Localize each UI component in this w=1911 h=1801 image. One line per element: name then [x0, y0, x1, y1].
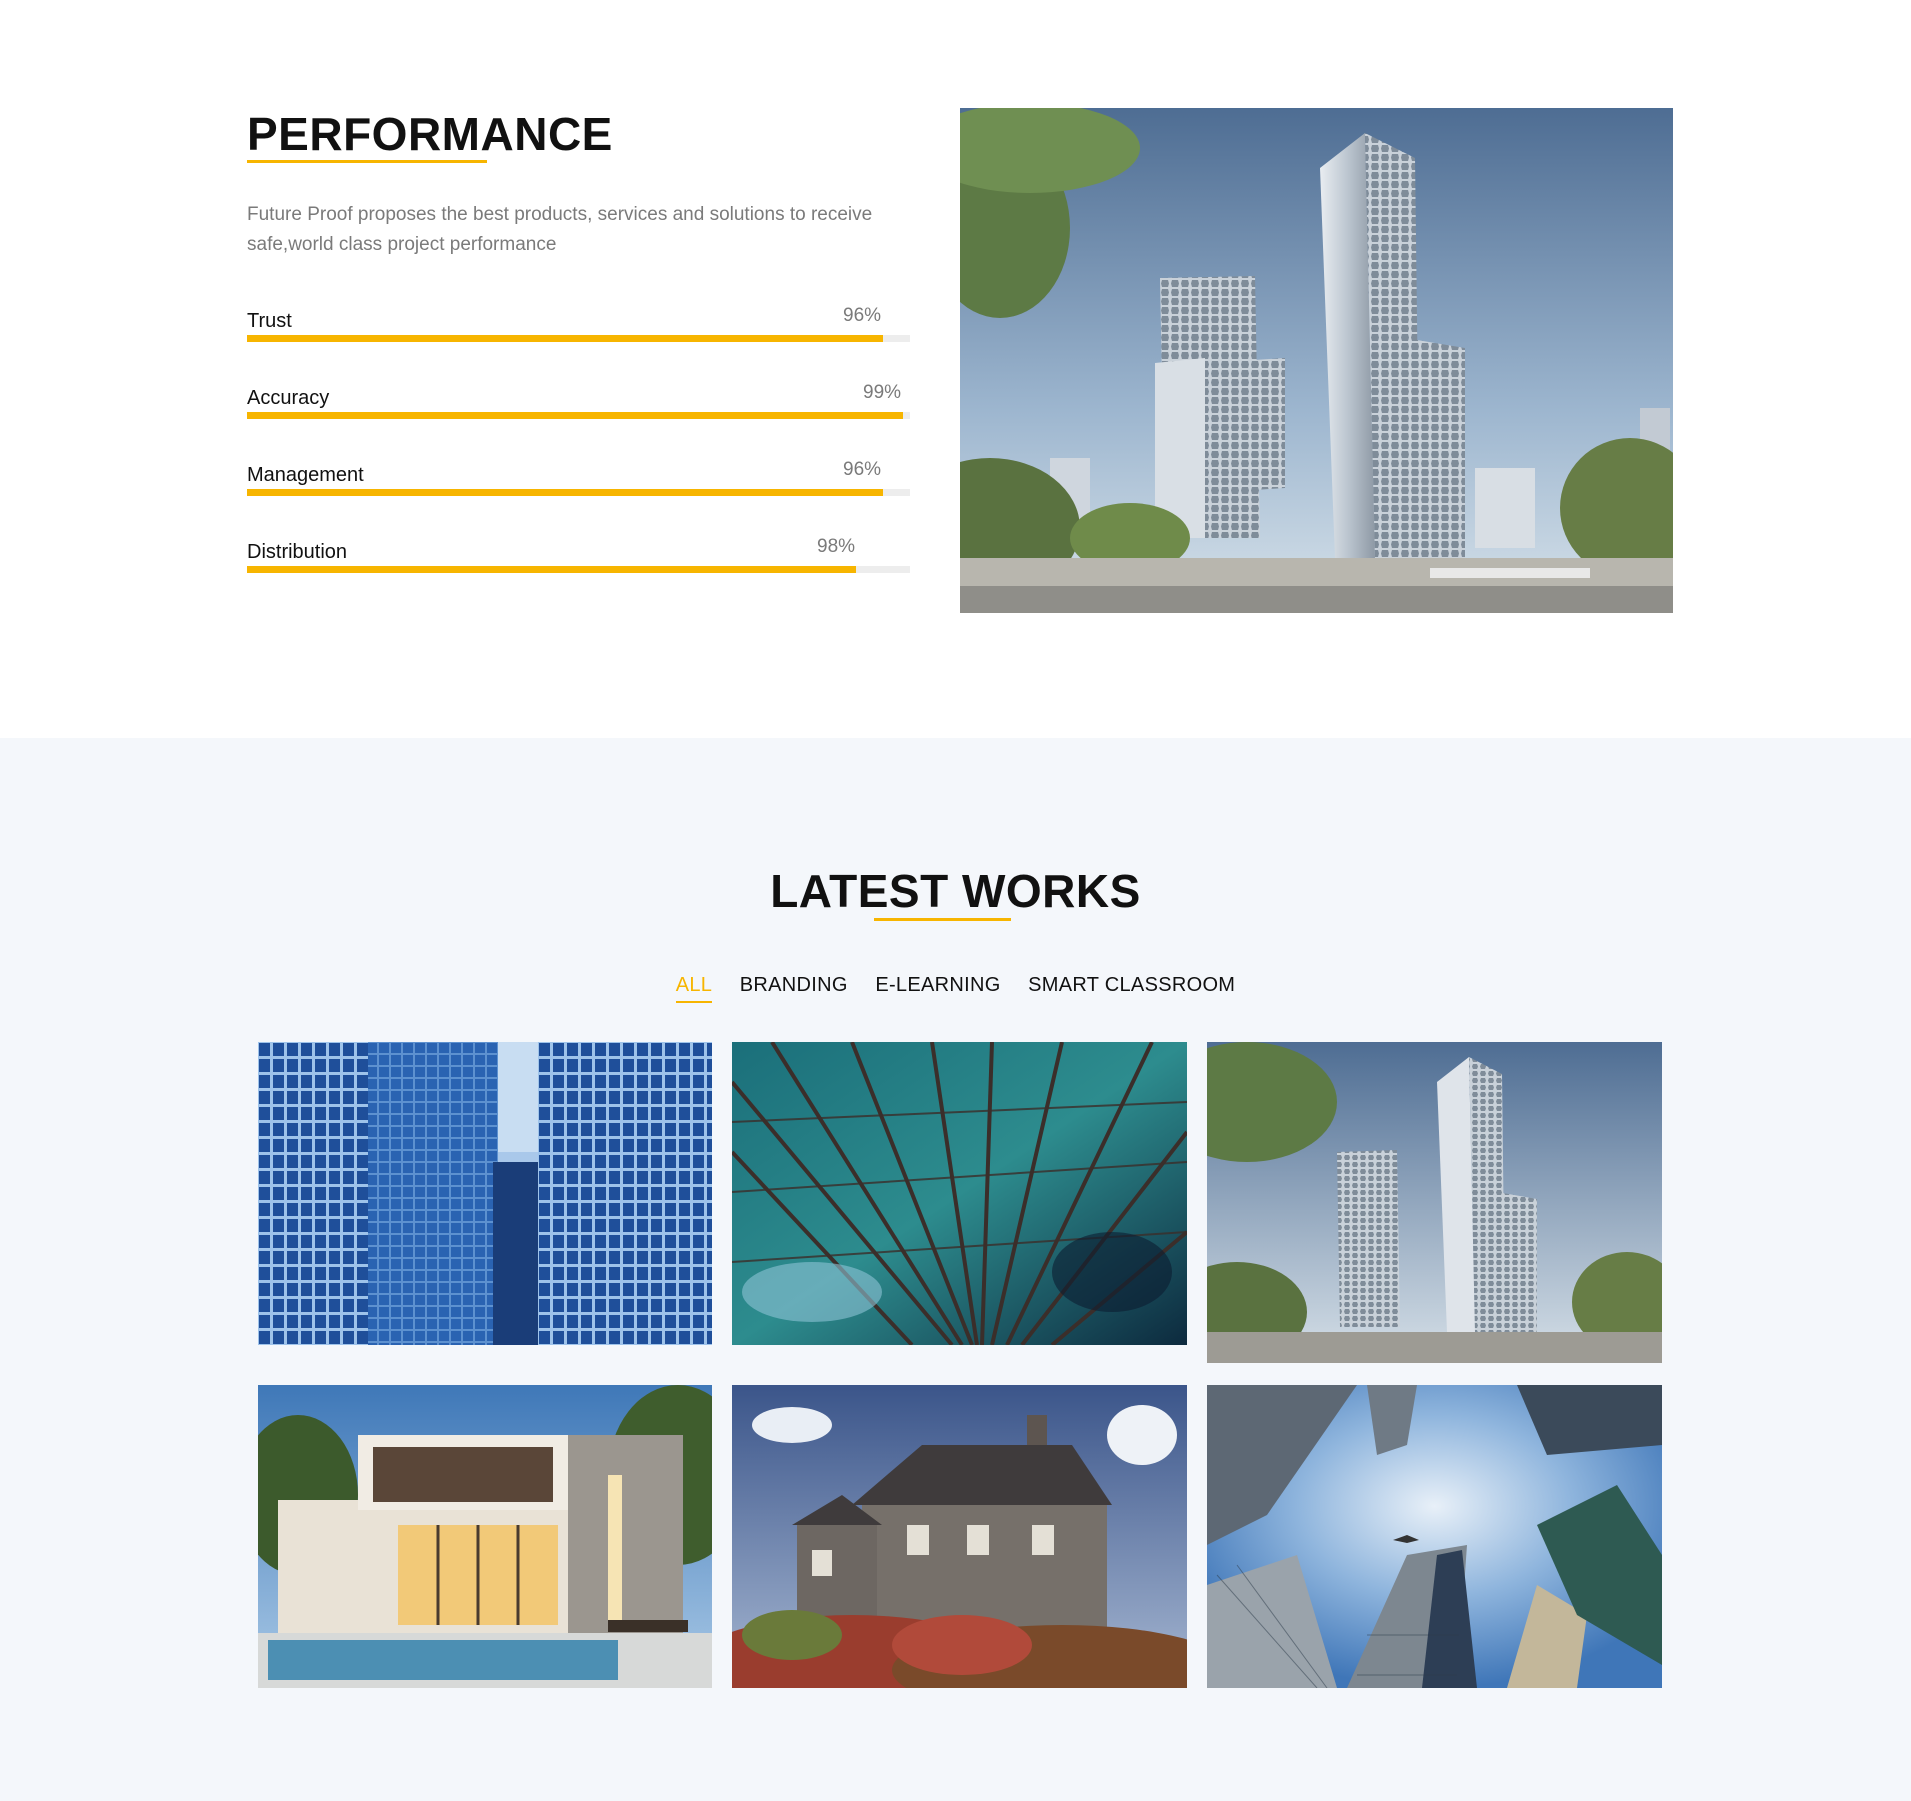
- progress-fill: [247, 489, 883, 496]
- title-underline: [247, 160, 487, 163]
- skyscrapers-looking-up-image[interactable]: [1207, 1385, 1662, 1688]
- progress-fill: [247, 566, 856, 573]
- progress-fill: [247, 412, 903, 419]
- stone-house-image[interactable]: [732, 1385, 1187, 1688]
- skill-label: Accuracy: [247, 387, 330, 409]
- modern-villa-pool-image[interactable]: [258, 1385, 712, 1688]
- skill-label: Management: [247, 464, 364, 486]
- latest-works-title: LATEST WORKS: [770, 865, 1141, 921]
- title-underline: [874, 918, 1012, 921]
- skill-percent: 96%: [843, 305, 882, 326]
- progress-track: [247, 412, 910, 419]
- progress-fill: [247, 335, 883, 342]
- progress-track: [247, 566, 910, 573]
- work-filters: ALL BRANDING E-LEARNING SMART CLASSROOM: [0, 974, 1911, 1003]
- performance-title: PERFORMANCE: [247, 108, 613, 163]
- progress-track: [247, 489, 910, 496]
- skill-management: Management 96%: [247, 442, 910, 519]
- skill-percent: 98%: [817, 536, 856, 557]
- filter-branding[interactable]: BRANDING: [740, 974, 848, 997]
- skill-distribution: Distribution 98%: [247, 519, 910, 596]
- twin-towers-image: [960, 108, 1673, 613]
- twin-towers-image[interactable]: [1207, 1042, 1662, 1363]
- reflective-tower-facade-image[interactable]: [732, 1042, 1187, 1345]
- latest-works-header: LATEST WORKS: [0, 865, 1911, 921]
- skill-accuracy: Accuracy 99%: [247, 365, 910, 442]
- skill-percent: 96%: [843, 459, 882, 480]
- skill-label: Distribution: [247, 541, 348, 563]
- skill-bars: Trust 96% Accuracy 99% Management 96% Di…: [247, 288, 910, 596]
- performance-content: PERFORMANCE Future Proof proposes the be…: [247, 108, 910, 596]
- filter-all[interactable]: ALL: [675, 974, 713, 1003]
- filter-smart-classroom[interactable]: SMART CLASSROOM: [1028, 974, 1235, 997]
- skill-label: Trust: [247, 310, 292, 332]
- progress-track: [247, 335, 910, 342]
- skill-trust: Trust 96%: [247, 288, 910, 365]
- filter-e-learning[interactable]: E-LEARNING: [875, 974, 1000, 997]
- blue-glass-skyscrapers-image[interactable]: [258, 1042, 712, 1345]
- skill-percent: 99%: [863, 382, 902, 403]
- performance-description: Future Proof proposes the best products,…: [247, 204, 873, 255]
- latest-works-section: LATEST WORKS ALL BRANDING E-LEARNING SMA…: [0, 738, 1911, 1801]
- performance-section: PERFORMANCE Future Proof proposes the be…: [0, 0, 1911, 738]
